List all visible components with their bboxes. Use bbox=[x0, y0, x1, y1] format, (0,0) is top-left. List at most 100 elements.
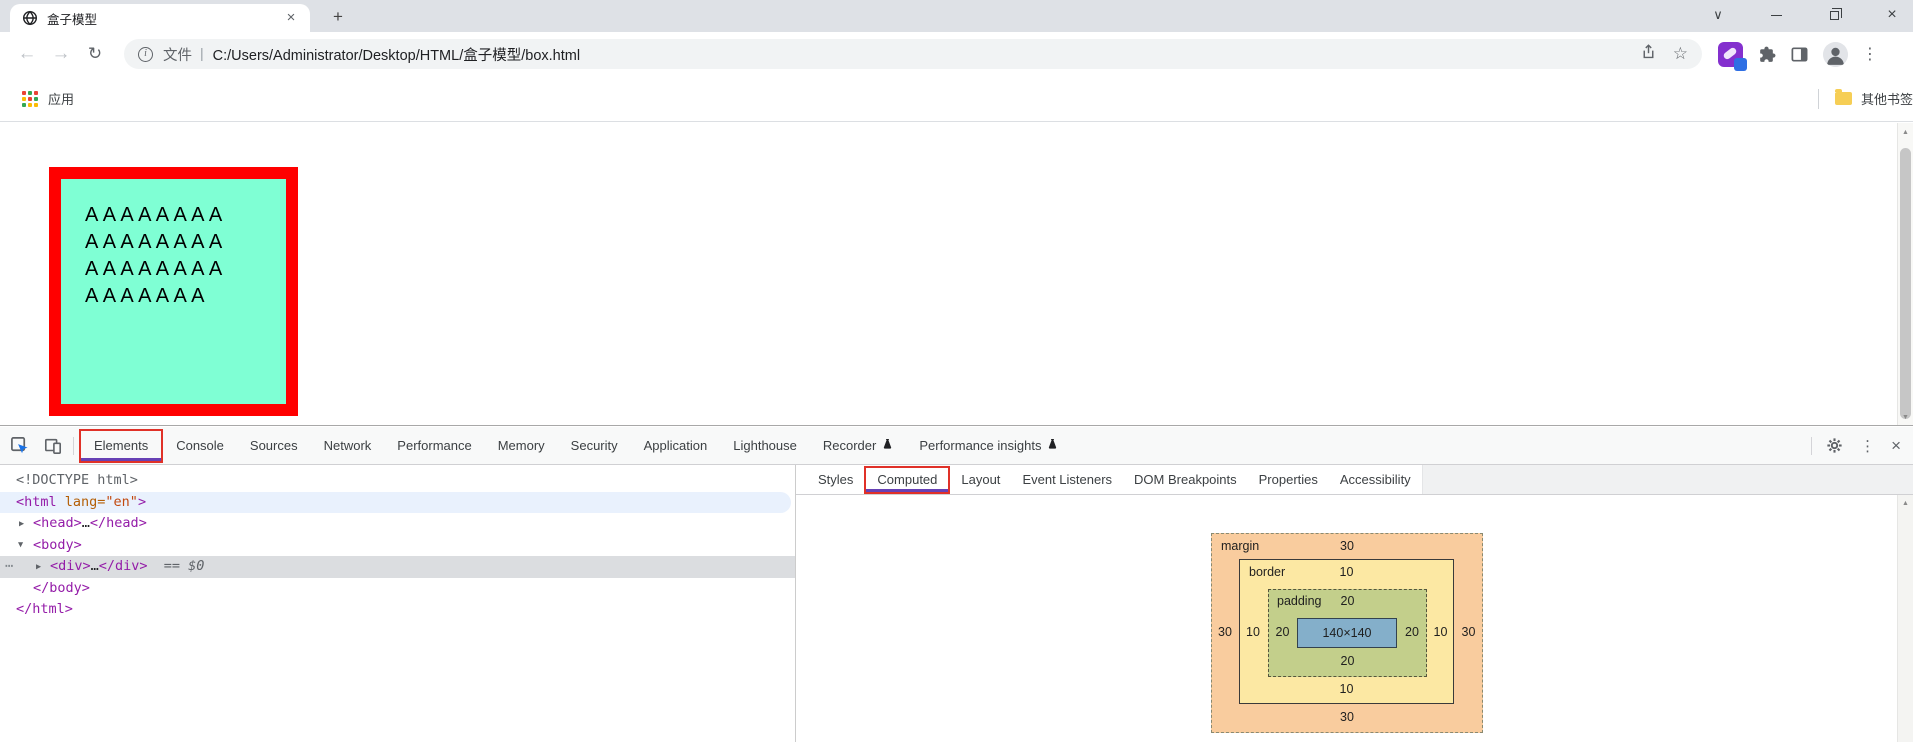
inspect-element-icon[interactable] bbox=[4, 436, 34, 455]
profile-avatar[interactable] bbox=[1823, 42, 1848, 67]
side-panel-icon[interactable] bbox=[1790, 45, 1809, 64]
back-button[interactable]: ← bbox=[10, 43, 44, 65]
margin-left-value[interactable]: 30 bbox=[1211, 625, 1239, 639]
new-tab-button[interactable]: + bbox=[326, 5, 350, 29]
sidebar-tab-layout[interactable]: Layout bbox=[950, 465, 1011, 495]
padding-top-value[interactable]: 20 bbox=[1268, 594, 1427, 608]
margin-bottom-value[interactable]: 30 bbox=[1211, 710, 1483, 724]
devtools-tab-console[interactable]: Console bbox=[163, 427, 237, 465]
devtools-close-button[interactable]: × bbox=[1891, 436, 1901, 456]
demo-text-line: A A A A A A A A bbox=[85, 202, 286, 229]
scroll-up-icon[interactable]: ▲ bbox=[1898, 129, 1913, 136]
margin-top-value[interactable]: 30 bbox=[1211, 539, 1483, 553]
device-toolbar-icon[interactable] bbox=[38, 437, 68, 455]
apps-bookmark-label[interactable]: 应用 bbox=[48, 89, 74, 108]
restore-icon bbox=[1830, 11, 1839, 20]
apps-grid-icon[interactable] bbox=[22, 91, 38, 107]
computed-scrollbar[interactable]: ▲ bbox=[1897, 495, 1913, 742]
devtools-tab-security[interactable]: Security bbox=[558, 427, 631, 465]
border-left-value[interactable]: 10 bbox=[1238, 625, 1268, 639]
sidebar-tab-bar: Styles Computed Layout Event Listeners D… bbox=[796, 465, 1913, 495]
url-scheme-label: 文件 bbox=[163, 44, 192, 65]
address-bar[interactable]: i 文件 | C:/Users/Administrator/Desktop/HT… bbox=[124, 39, 1702, 69]
devtools-tab-network[interactable]: Network bbox=[311, 427, 385, 465]
bookmark-star-icon[interactable]: ☆ bbox=[1673, 44, 1688, 64]
toolbar-separator bbox=[1811, 437, 1812, 455]
forward-button[interactable]: → bbox=[44, 43, 78, 65]
tree-row-div-selected[interactable]: ⋯ ▶ <div>…</div> == $0 bbox=[0, 556, 795, 578]
sidebar-tab-event-listeners[interactable]: Event Listeners bbox=[1011, 465, 1123, 495]
devtools-tab-memory[interactable]: Memory bbox=[485, 427, 558, 465]
padding-bottom-value[interactable]: 20 bbox=[1268, 654, 1427, 668]
tree-row-html[interactable]: <html lang="en"> bbox=[0, 492, 791, 514]
scroll-down-icon[interactable]: ▼ bbox=[1898, 414, 1913, 421]
sidebar-tab-styles[interactable]: Styles bbox=[807, 465, 864, 495]
restore-button[interactable] bbox=[1814, 0, 1854, 32]
padding-right-value[interactable]: 20 bbox=[1397, 625, 1427, 639]
expand-arrow-icon[interactable]: ▶ bbox=[36, 557, 41, 579]
bookmarks-bar: 应用 其他书签 bbox=[0, 76, 1913, 122]
border-top-value[interactable]: 10 bbox=[1239, 565, 1454, 579]
tab-close-icon[interactable]: × bbox=[282, 9, 300, 27]
border-bottom-value[interactable]: 10 bbox=[1239, 682, 1454, 696]
computed-panel: 140×140 margin border padding 30 10 20 3… bbox=[796, 495, 1913, 742]
url-text[interactable]: C:/Users/Administrator/Desktop/HTML/盒子模型… bbox=[213, 44, 1626, 65]
devtools-tab-sources[interactable]: Sources bbox=[237, 427, 311, 465]
devtools-tab-lighthouse[interactable]: Lighthouse bbox=[720, 427, 810, 465]
margin-right-value[interactable]: 30 bbox=[1454, 625, 1483, 639]
box-model-content-box[interactable]: 140×140 bbox=[1297, 618, 1397, 648]
elements-tree: <!DOCTYPE html> <html lang="en"> ▶ <head… bbox=[0, 465, 795, 742]
tree-row-doctype[interactable]: <!DOCTYPE html> bbox=[0, 470, 795, 492]
page-viewport: A A A A A A A A A A A A A A A A A A A A … bbox=[0, 123, 1913, 425]
tree-row-body[interactable]: ▼ <body> bbox=[0, 535, 795, 557]
browser-menu-icon[interactable]: ⋮ bbox=[1862, 44, 1878, 64]
devtools-tab-performance[interactable]: Performance bbox=[384, 427, 484, 465]
bookmarks-separator bbox=[1818, 89, 1819, 109]
tree-row-head[interactable]: ▶ <head>…</head> bbox=[0, 513, 795, 535]
browser-window: 盒子模型 × + ∨ × ← → ↻ i 文件 | C:/Users/Admin… bbox=[0, 0, 1913, 742]
browser-toolbar: ← → ↻ i 文件 | C:/Users/Administrator/Desk… bbox=[0, 32, 1913, 76]
sidebar-tab-dom-breakpoints[interactable]: DOM Breakpoints bbox=[1123, 465, 1248, 495]
page-scrollbar[interactable]: ▲ ▼ bbox=[1897, 123, 1913, 425]
devtools-tab-application[interactable]: Application bbox=[631, 427, 721, 465]
experiment-flask-icon bbox=[1047, 438, 1058, 453]
experiment-flask-icon bbox=[882, 438, 893, 453]
other-bookmarks-label[interactable]: 其他书签 bbox=[1861, 89, 1913, 108]
window-close-button[interactable]: × bbox=[1872, 0, 1912, 32]
minimize-icon bbox=[1771, 15, 1782, 16]
minimize-button[interactable] bbox=[1756, 0, 1796, 32]
sidebar-tab-properties[interactable]: Properties bbox=[1248, 465, 1329, 495]
devtools-panel: Elements Console Sources Network Perform… bbox=[0, 425, 1913, 742]
reload-button[interactable]: ↻ bbox=[78, 44, 112, 64]
folder-icon bbox=[1835, 92, 1852, 105]
scroll-up-icon[interactable]: ▲ bbox=[1898, 500, 1913, 507]
extension-badge-icon[interactable] bbox=[1718, 42, 1743, 67]
tree-row-html-close[interactable]: </html> bbox=[0, 599, 795, 621]
overflow-menu-icon[interactable]: ⋯ bbox=[5, 556, 14, 578]
styles-sidebar: Styles Computed Layout Event Listeners D… bbox=[796, 465, 1913, 742]
sidebar-tab-computed[interactable]: Computed bbox=[864, 466, 950, 494]
page-scrollbar-thumb[interactable] bbox=[1900, 148, 1911, 419]
demo-text-line: A A A A A A A A bbox=[85, 229, 286, 256]
tab-search-icon[interactable]: ∨ bbox=[1698, 0, 1738, 32]
page-info-icon[interactable]: i bbox=[138, 47, 153, 62]
devtools-tab-elements[interactable]: Elements bbox=[79, 429, 163, 463]
expand-arrow-icon[interactable]: ▶ bbox=[19, 514, 24, 536]
box-model-diagram[interactable]: 140×140 margin border padding 30 10 20 3… bbox=[1211, 533, 1483, 733]
browser-tab[interactable]: 盒子模型 × bbox=[10, 4, 310, 32]
devtools-settings-icon[interactable] bbox=[1827, 438, 1842, 453]
selected-node-marker: == $0 bbox=[164, 558, 205, 574]
border-right-value[interactable]: 10 bbox=[1427, 625, 1454, 639]
collapse-arrow-icon[interactable]: ▼ bbox=[18, 535, 23, 557]
demo-box: A A A A A A A A A A A A A A A A A A A A … bbox=[49, 167, 298, 416]
devtools-tab-recorder[interactable]: Recorder bbox=[810, 427, 906, 465]
tree-row-body-close[interactable]: </body> bbox=[0, 578, 795, 600]
devtools-tab-performance-insights[interactable]: Performance insights bbox=[906, 427, 1071, 465]
share-icon[interactable] bbox=[1640, 43, 1657, 65]
extensions-puzzle-icon[interactable] bbox=[1757, 45, 1776, 64]
padding-left-value[interactable]: 20 bbox=[1268, 625, 1297, 639]
tab-strip: 盒子模型 × + ∨ × bbox=[0, 0, 1913, 32]
sidebar-tab-accessibility[interactable]: Accessibility bbox=[1329, 465, 1422, 495]
devtools-menu-icon[interactable]: ⋮ bbox=[1860, 437, 1875, 455]
tab-title: 盒子模型 bbox=[47, 9, 282, 28]
